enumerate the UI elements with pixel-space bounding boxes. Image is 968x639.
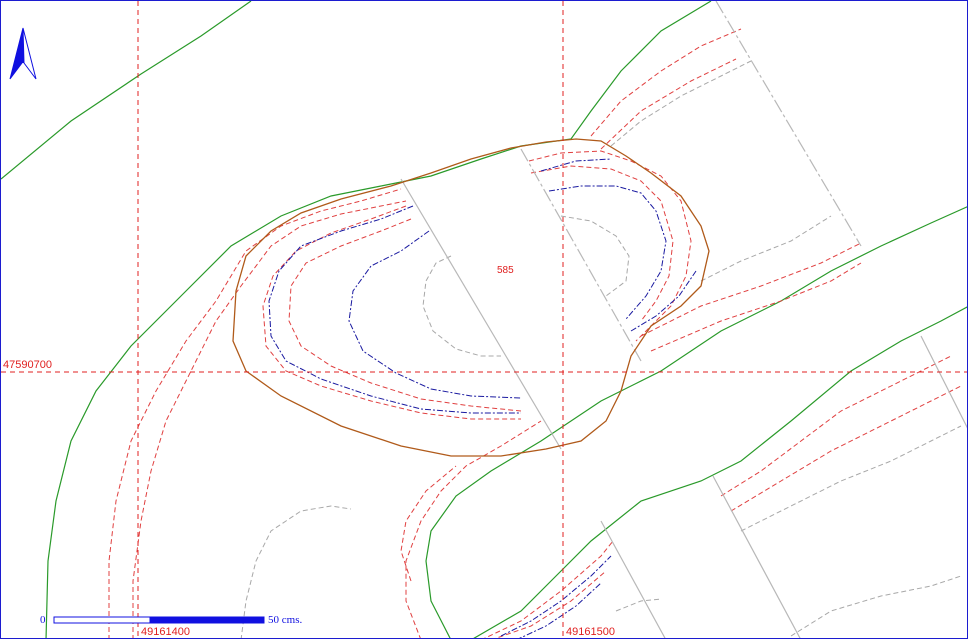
river-bank-upper-left: [1, 1, 252, 180]
contour-gray-mid-right: [700, 215, 832, 282]
grid-label-x1: 49161400: [141, 626, 190, 638]
contour-gray-inner-hill: [422, 255, 501, 357]
contour-gray-lower-right: [740, 425, 962, 532]
contour-red-lower-right-2: [730, 385, 962, 512]
parcel-line-bottom-right: [712, 475, 801, 638]
contour-red-mid-right-2: [650, 262, 862, 352]
contour-blue-right-inner: [548, 185, 667, 320]
contour-red-top-right-2: [600, 58, 737, 150]
contour-blue-left-inner: [348, 230, 522, 399]
red-contours: [108, 28, 962, 638]
contour-red-mid-right-1: [640, 242, 862, 337]
contour-red-right-ring: [528, 150, 692, 342]
contour-red-ring-outer: [262, 205, 521, 420]
parcel-number-label: 585: [497, 265, 514, 276]
contour-red-left-near: [132, 200, 407, 638]
gray-contours: [240, 60, 962, 638]
contour-red-left-far: [108, 188, 402, 638]
parcel-line-right: [920, 335, 967, 429]
contour-red-lower-left-2: [400, 465, 457, 582]
contour-gray-bottom-middle: [615, 598, 662, 612]
river-bank-lower-right: [473, 306, 967, 638]
blue-contours: [268, 158, 697, 638]
map-canvas[interactable]: 47590700 49161400 49161500 585 0 50 cms.: [1, 1, 968, 639]
map-frame[interactable]: 47590700 49161400 49161500 585 0 50 cms.: [0, 0, 968, 639]
contour-blue-bottom-1: [500, 555, 612, 637]
contour-red-lower-right-1: [720, 355, 952, 497]
scale-bar-empty-segment: [53, 616, 151, 624]
grid-label-y: 47590700: [3, 359, 52, 371]
parcel-line-top-right: [715, 1, 862, 247]
contour-gray-top-right: [610, 60, 752, 147]
scale-bar-end-label: 50 cms.: [268, 614, 302, 626]
contour-blue-left-outer: [268, 205, 521, 414]
north-arrow-icon: [9, 27, 37, 80]
contour-red-right-ring-inner: [530, 165, 674, 322]
parcel-line-left: [400, 178, 562, 450]
parcel-line-center: [520, 148, 642, 362]
contour-red-top-right-1: [590, 28, 742, 137]
contour-gray-right-hill: [560, 215, 630, 297]
parcel-line-bottom-mid: [600, 520, 666, 638]
grid-label-x2: 49161500: [566, 626, 615, 638]
scale-bar: 0 50 cms.: [40, 614, 302, 626]
scale-bar-filled-segment: [149, 616, 265, 624]
contour-gray-bottom-right: [790, 575, 962, 637]
scale-bar-start-label: 0: [40, 614, 46, 626]
parcel-boundaries: [400, 1, 967, 638]
